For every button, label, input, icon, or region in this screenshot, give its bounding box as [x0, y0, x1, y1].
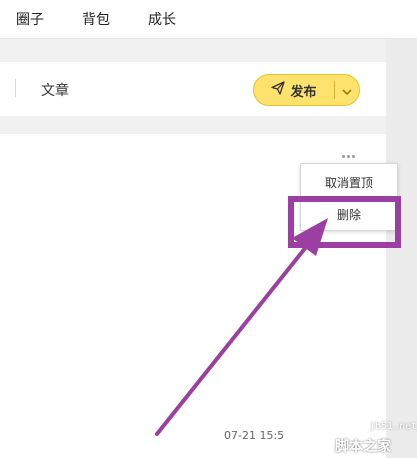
top-nav: 圈子 背包 成长	[0, 0, 417, 39]
menu-item-unpin[interactable]: 取消置顶	[301, 168, 397, 198]
nav-item-circle[interactable]: 圈子	[16, 9, 44, 29]
nav-item-backpack[interactable]: 背包	[82, 9, 110, 29]
publish-dropdown[interactable]	[335, 75, 359, 105]
publisher-bar: 文章 发布	[0, 62, 386, 116]
publisher-divider	[15, 79, 16, 97]
publish-button[interactable]: 发布	[253, 74, 360, 106]
publish-label: 发布	[290, 84, 317, 100]
watermark-url: jb51.net	[369, 421, 417, 432]
chevron-down-icon	[342, 81, 352, 100]
publish-main[interactable]: 发布	[254, 75, 334, 105]
nav-item-growth[interactable]: 成长	[148, 9, 176, 29]
send-icon	[271, 81, 286, 99]
watermark-logo-icon	[298, 420, 330, 452]
post-timestamp: 07-21 15:5	[224, 429, 285, 442]
more-options-icon[interactable]	[342, 152, 358, 160]
watermark-name: 脚本之家	[335, 439, 391, 455]
page-side-background	[386, 38, 417, 458]
delete-highlight-box	[288, 196, 401, 248]
tab-article[interactable]: 文章	[41, 80, 69, 100]
